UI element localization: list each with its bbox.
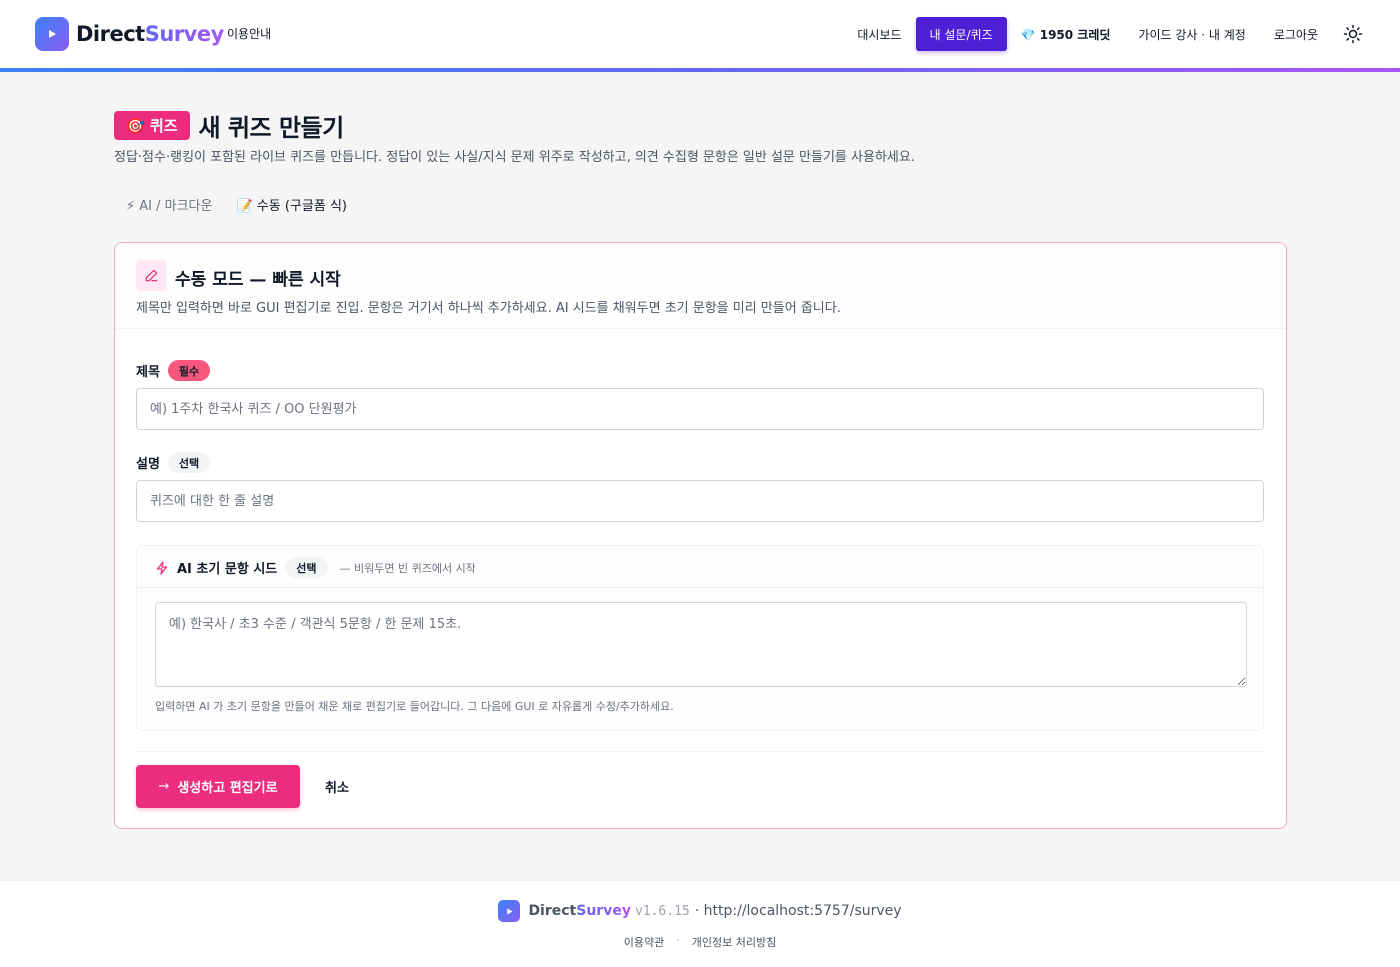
manual-mode-card: 수동 모드 — 빠른 시작 제목만 입력하면 바로 GUI 편집기로 진입. 문… bbox=[114, 242, 1287, 829]
ai-seed-note: 입력하면 AI 가 초기 문항을 만들어 채운 채로 편집기로 들어갑니다. 그… bbox=[155, 700, 674, 713]
brand-logo[interactable]: DirectSurvey bbox=[35, 17, 224, 51]
pencil-icon bbox=[136, 260, 167, 291]
tab-ai-markdown[interactable]: ⚡ AI / 마크다운 bbox=[114, 190, 224, 219]
divider bbox=[136, 751, 1264, 752]
nav-guide-link[interactable]: 이용안내 bbox=[227, 25, 271, 42]
nav-menu: 대시보드 내 설문/퀴즈 💎 1950 크레딧 가이드 강사 · 내 계정 로그… bbox=[843, 17, 1370, 51]
page-title: 새 퀴즈 만들기 bbox=[198, 114, 345, 142]
logout-button[interactable]: 로그아웃 bbox=[1260, 17, 1332, 51]
description-label-text: 설명 bbox=[136, 457, 160, 472]
mode-tabs: ⚡ AI / 마크다운 📝 수동 (구글폼 식) bbox=[114, 190, 359, 219]
ai-seed-header: AI 초기 문항 시드 선택 — 비워두면 빈 퀴즈에서 시작 bbox=[137, 546, 1263, 588]
sun-icon[interactable] bbox=[1336, 17, 1370, 51]
page-description: 정답·점수·랭킹이 포함된 라이브 퀴즈를 만듭니다. 정답이 있는 사실/지식… bbox=[114, 150, 915, 165]
ai-seed-label: AI 초기 문항 시드 bbox=[177, 562, 278, 577]
optional-badge: 선택 bbox=[167, 452, 211, 473]
footer-links: 이용약관 · 개인정보 처리방침 bbox=[0, 934, 1400, 950]
optional-badge: 선택 bbox=[285, 557, 328, 578]
header-gradient-bar bbox=[0, 68, 1400, 72]
card-header: 수동 모드 — 빠른 시작 제목만 입력하면 바로 GUI 편집기로 진입. 문… bbox=[115, 243, 1286, 329]
title-field-label: 제목 필수 bbox=[136, 360, 211, 381]
title-input[interactable] bbox=[136, 388, 1264, 430]
create-button-label: 생성하고 편집기로 bbox=[177, 781, 278, 796]
tab-manual[interactable]: 📝 수동 (구글폼 식) bbox=[224, 190, 359, 219]
nav-dashboard[interactable]: 대시보드 bbox=[843, 17, 915, 51]
play-icon bbox=[498, 900, 521, 922]
quiz-badge: 🎯 퀴즈 bbox=[114, 111, 190, 140]
ai-seed-textarea[interactable] bbox=[155, 602, 1247, 687]
lightning-icon bbox=[155, 560, 169, 575]
ai-seed-section: AI 초기 문항 시드 선택 — 비워두면 빈 퀴즈에서 시작 입력하면 AI … bbox=[136, 545, 1264, 731]
arrow-right-icon: → bbox=[158, 779, 170, 794]
footer-brand: DirectSurvey bbox=[528, 903, 631, 919]
required-badge: 필수 bbox=[167, 360, 211, 381]
footer-separator: · bbox=[676, 934, 680, 947]
privacy-link[interactable]: 개인정보 처리방침 bbox=[692, 934, 776, 950]
cancel-button[interactable]: 취소 bbox=[313, 765, 361, 808]
description-field-label: 설명 선택 bbox=[136, 452, 211, 473]
card-title: 수동 모드 — 빠른 시작 bbox=[175, 270, 341, 290]
nav-account[interactable]: 가이드 강사 · 내 계정 bbox=[1124, 17, 1259, 51]
create-and-edit-button[interactable]: → 생성하고 편집기로 bbox=[136, 765, 300, 808]
ai-seed-hint: — 비워두면 빈 퀴즈에서 시작 bbox=[339, 561, 476, 575]
footer-brand-row: DirectSurvey v1.6.15 · http://localhost:… bbox=[0, 900, 1400, 922]
ai-seed-title: AI 초기 문항 시드 선택 — 비워두면 빈 퀴즈에서 시작 bbox=[155, 557, 476, 578]
credit-balance[interactable]: 💎 1950 크레딧 bbox=[1007, 17, 1125, 51]
top-nav: DirectSurvey 이용안내 대시보드 내 설문/퀴즈 💎 1950 크레… bbox=[0, 0, 1400, 68]
footer-url: · http://localhost:5757/survey bbox=[694, 903, 902, 919]
footer-version: v1.6.15 bbox=[634, 903, 690, 919]
card-description: 제목만 입력하면 바로 GUI 편집기로 진입. 문항은 거기서 하나씩 추가하… bbox=[136, 301, 841, 316]
play-icon bbox=[35, 17, 69, 51]
footer: DirectSurvey v1.6.15 · http://localhost:… bbox=[0, 880, 1400, 967]
nav-my-surveys[interactable]: 내 설문/퀴즈 bbox=[915, 17, 1007, 51]
terms-link[interactable]: 이용약관 bbox=[624, 934, 664, 950]
title-label-text: 제목 bbox=[136, 365, 160, 380]
description-input[interactable] bbox=[136, 480, 1264, 522]
page-title-row: 🎯 퀴즈 새 퀴즈 만들기 bbox=[114, 108, 344, 143]
brand-name: DirectSurvey bbox=[76, 22, 224, 46]
